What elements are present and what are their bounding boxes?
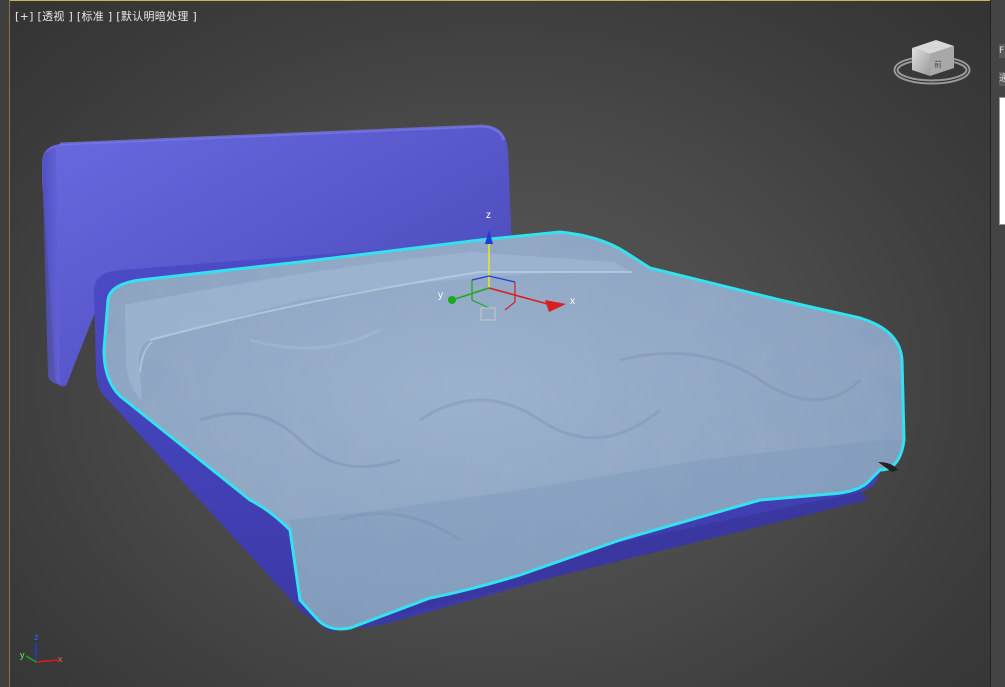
world-axis-tripod: z x y xyxy=(20,632,63,664)
panel-list-box[interactable] xyxy=(999,97,1005,225)
gizmo-y-label: y xyxy=(438,290,443,301)
viewcube[interactable]: 前 xyxy=(893,40,971,85)
viewcube-front-label: 前 xyxy=(934,59,942,69)
command-panel-edge[interactable]: F 通 xyxy=(990,0,1005,687)
gizmo-z-label: z xyxy=(486,210,491,221)
panel-button-1[interactable]: F xyxy=(999,44,1005,58)
gizmo-x-label: x xyxy=(570,296,575,307)
scene-canvas[interactable]: z x y 前 z x y xyxy=(0,0,990,687)
tripod-y-label: y xyxy=(20,650,25,660)
perspective-viewport[interactable]: [+] [透视 ] [标准 ] [默认明暗处理 ] z x y 前 z x y xyxy=(0,0,990,687)
panel-button-2[interactable]: 通 xyxy=(999,72,1005,86)
gizmo-y-handle-icon[interactable] xyxy=(448,296,456,304)
tripod-z-label: z xyxy=(34,632,39,642)
tripod-x-label: x xyxy=(58,654,63,664)
